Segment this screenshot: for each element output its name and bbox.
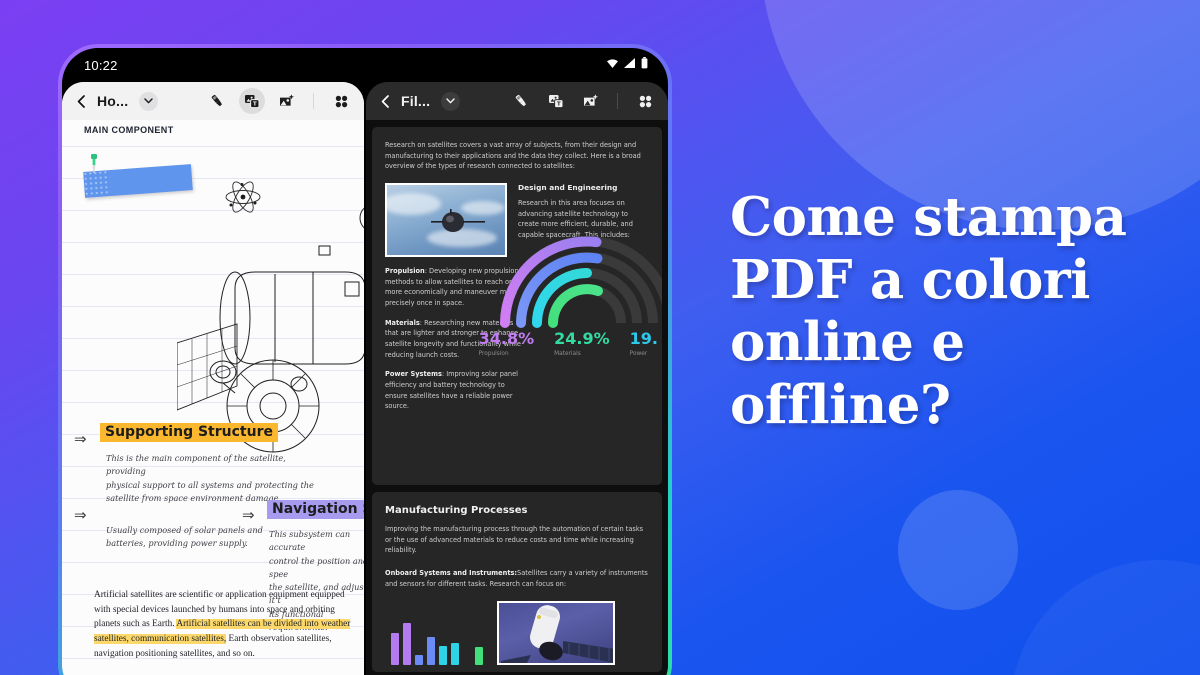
intro-paragraph: Research on satellites covers a vast arr… bbox=[385, 141, 641, 171]
grid-menu-icon-right[interactable] bbox=[632, 88, 658, 114]
radial-gauge-chart bbox=[492, 215, 662, 330]
arrow-icon-2: ⇒ bbox=[74, 507, 87, 524]
stat-power-value: 19. bbox=[629, 329, 658, 348]
gauge-stat-group: 34.8% Propulsion 24.9% Materials 19. Pow… bbox=[478, 329, 658, 358]
pdf-card-research: Research on satellites covers a vast arr… bbox=[372, 127, 662, 485]
page-title: Come stampa PDF a colori online e offlin… bbox=[730, 186, 1170, 436]
toolbar-divider-left bbox=[313, 93, 314, 109]
pushpin-icon bbox=[86, 153, 102, 182]
bar-item bbox=[475, 647, 483, 666]
phone-device-frame: 10:22 Ho... T MAIN COMPONENT ⇒ Supportin… bbox=[58, 44, 672, 675]
battery-icon bbox=[641, 56, 648, 74]
onboard-systems-lead: Onboard Systems and Instruments: bbox=[385, 569, 518, 578]
space-station-thumbnail bbox=[497, 601, 615, 666]
satellite-photo-object bbox=[431, 209, 487, 242]
notebook-page[interactable]: MAIN COMPONENT ⇒ Supporting Structure Th… bbox=[62, 120, 364, 675]
grid-menu-icon-left[interactable] bbox=[328, 88, 354, 114]
background-blob-bottom-right bbox=[898, 490, 1018, 610]
highlighter-icon-right[interactable] bbox=[508, 88, 534, 114]
chevron-down-icon-left[interactable] bbox=[139, 91, 159, 111]
headline-line-2: PDF a colori bbox=[730, 248, 1090, 311]
printed-paragraph: Artificial satellites are scientific or … bbox=[94, 588, 354, 661]
manufacturing-text: Improving the manufacturing process thro… bbox=[385, 525, 644, 555]
image-ai-icon-left[interactable] bbox=[274, 88, 300, 114]
stat-propulsion: 34.8% Propulsion bbox=[478, 329, 535, 358]
wifi-icon bbox=[606, 56, 619, 74]
stat-materials-value: 24.9% bbox=[554, 329, 610, 348]
bar-item bbox=[391, 633, 399, 666]
phone-screen: 10:22 Ho... T MAIN COMPONENT ⇒ Supportin… bbox=[62, 48, 668, 675]
pdf-card-manufacturing: Manufacturing Processes Improving the ma… bbox=[372, 492, 662, 672]
back-button-left[interactable] bbox=[71, 94, 91, 108]
stat-power-label: Power bbox=[629, 351, 648, 357]
arrow-icon-1: ⇒ bbox=[74, 431, 87, 448]
background-blob-bottom-edge bbox=[1010, 560, 1200, 675]
left-toolbar: Ho... T bbox=[62, 82, 364, 120]
headline-line-4: offline? bbox=[730, 373, 951, 436]
status-bar-icons bbox=[606, 56, 648, 74]
note-supporting-structure: This is the main component of the satell… bbox=[106, 453, 314, 503]
toolbar-divider-right bbox=[617, 93, 618, 109]
headline-line-3: online e bbox=[730, 311, 965, 374]
arrow-icon-3: ⇒ bbox=[242, 507, 255, 524]
stat-materials-label: Materials bbox=[554, 351, 581, 357]
bar-item bbox=[451, 643, 459, 666]
bar-item bbox=[415, 655, 423, 666]
stat-propulsion-label: Propulsion bbox=[478, 351, 509, 357]
satellite-line-drawing bbox=[176, 188, 364, 463]
bullet-power-systems: Power Systems: Improving solar panel eff… bbox=[385, 369, 523, 412]
heading-navigation-system: Navigation Sy bbox=[267, 500, 364, 519]
status-bar-clock: 10:22 bbox=[84, 57, 118, 73]
signal-icon bbox=[624, 56, 636, 74]
image-to-text-icon-left[interactable]: T bbox=[239, 88, 265, 114]
stat-power: 19. Power bbox=[629, 329, 658, 358]
bar-item bbox=[439, 646, 447, 666]
bar-chart bbox=[385, 613, 483, 666]
sticky-note-label: MAIN COMPONENT bbox=[84, 125, 174, 135]
bar-item bbox=[403, 623, 411, 666]
left-file-title[interactable]: Ho... bbox=[97, 93, 128, 109]
manufacturing-media-row bbox=[385, 601, 649, 666]
split-view: Ho... T MAIN COMPONENT ⇒ Supporting Stru… bbox=[62, 82, 668, 675]
left-document-pane: Ho... T MAIN COMPONENT ⇒ Supporting Stru… bbox=[62, 82, 364, 675]
heading-supporting-structure: Supporting Structure bbox=[100, 423, 278, 442]
heading-design-engineering: Design and Engineering bbox=[518, 183, 618, 193]
headline-line-1: Come stampa bbox=[730, 186, 1127, 248]
back-button-right[interactable] bbox=[375, 94, 395, 108]
highlighter-icon-left[interactable] bbox=[204, 88, 230, 114]
stat-materials: 24.9% Materials bbox=[554, 329, 610, 358]
satellite-photo-thumbnail bbox=[385, 183, 507, 258]
bullet-power-lead: Power Systems bbox=[385, 370, 442, 379]
svg-text:T: T bbox=[253, 102, 257, 108]
right-document-pane: Fil... T Research on satellites covers a… bbox=[366, 82, 668, 675]
image-to-text-icon-right[interactable]: T bbox=[543, 88, 569, 114]
bar-item bbox=[427, 637, 435, 666]
chevron-down-icon-right[interactable] bbox=[441, 91, 461, 111]
bullet-materials-lead: Materials bbox=[385, 318, 420, 327]
pdf-page-view[interactable]: Research on satellites covers a vast arr… bbox=[366, 120, 668, 675]
image-ai-icon-right[interactable] bbox=[578, 88, 604, 114]
right-toolbar: Fil... T bbox=[366, 82, 668, 120]
status-bar: 10:22 bbox=[62, 48, 668, 82]
svg-text:T: T bbox=[557, 102, 561, 108]
bullet-propulsion-lead: Propulsion bbox=[385, 267, 425, 276]
onboard-systems-block: Onboard Systems and Instruments:Satellit… bbox=[385, 568, 649, 589]
heading-manufacturing-processes: Manufacturing Processes bbox=[385, 505, 528, 516]
right-file-title[interactable]: Fil... bbox=[401, 93, 430, 109]
stat-propulsion-value: 34.8% bbox=[478, 329, 535, 348]
note-power-supply: Usually composed of solar panels and bat… bbox=[106, 525, 263, 549]
